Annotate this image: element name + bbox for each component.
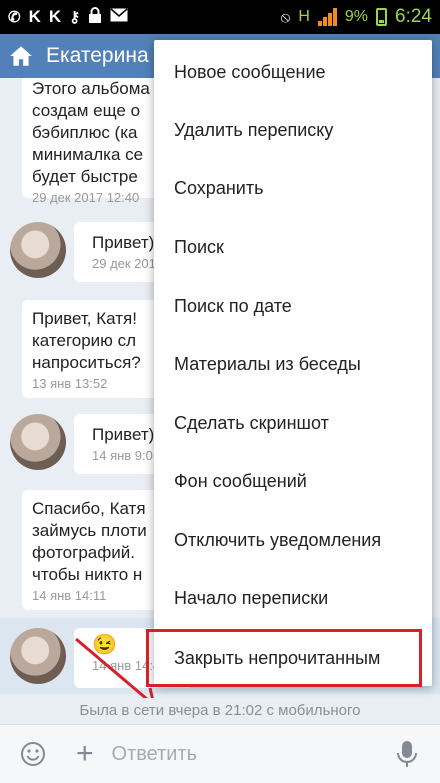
options-menu: Новое сообщение Удалить переписку Сохран… [146, 40, 432, 687]
menu-item-search[interactable]: Поиск [154, 218, 432, 276]
lock-icon [88, 6, 102, 28]
status-bar: ✆ K K ⚷ ⦸ H 9% 6:24 [0, 0, 440, 34]
mute-icon: ⦸ [280, 8, 291, 26]
vk-icon: K [28, 7, 41, 26]
emoji-icon[interactable] [20, 741, 46, 767]
avatar[interactable] [10, 628, 66, 684]
battery-percent: 9% [344, 8, 369, 25]
avatar[interactable] [10, 222, 66, 278]
last-seen-status: Была в сети вчера в 21:02 с мобильного [79, 702, 361, 719]
menu-item-save[interactable]: Сохранить [154, 159, 432, 217]
missed-call-icon: ✆ [8, 8, 21, 26]
mail-icon [110, 7, 128, 27]
menu-item-take-screenshot[interactable]: Сделать скриншот [154, 394, 432, 452]
status-right-icons: ⦸ H 9% 6:24 [281, 6, 432, 28]
avatar[interactable] [10, 414, 66, 470]
vk-icon: K [48, 7, 62, 26]
status-left-icons: ✆ K K ⚷ [8, 6, 128, 28]
network-type: H [298, 8, 310, 25]
menu-item-conversation-start[interactable]: Начало переписки [154, 569, 432, 627]
menu-item-conversation-media[interactable]: Материалы из беседы [154, 335, 432, 393]
clock: 6:24 [395, 6, 432, 27]
message-composer: + [0, 724, 440, 783]
menu-item-delete-conversation[interactable]: Удалить переписку [154, 101, 432, 159]
chat-title[interactable]: Екатерина [46, 44, 149, 68]
key-icon: ⚷ [69, 8, 81, 26]
microphone-icon[interactable] [396, 740, 418, 768]
attach-plus-icon[interactable]: + [76, 739, 94, 769]
menu-item-mark-unread[interactable]: Закрыть непрочитанным [146, 629, 422, 687]
menu-item-message-background[interactable]: Фон сообщений [154, 452, 432, 510]
menu-item-mute-notifications[interactable]: Отключить уведомления [154, 511, 432, 569]
menu-item-new-message[interactable]: Новое сообщение [154, 43, 432, 101]
reply-input[interactable] [109, 741, 364, 767]
menu-item-search-by-date[interactable]: Поиск по дате [154, 277, 432, 335]
home-icon[interactable] [8, 43, 34, 69]
battery-icon [376, 8, 388, 26]
signal-icon [317, 8, 337, 26]
